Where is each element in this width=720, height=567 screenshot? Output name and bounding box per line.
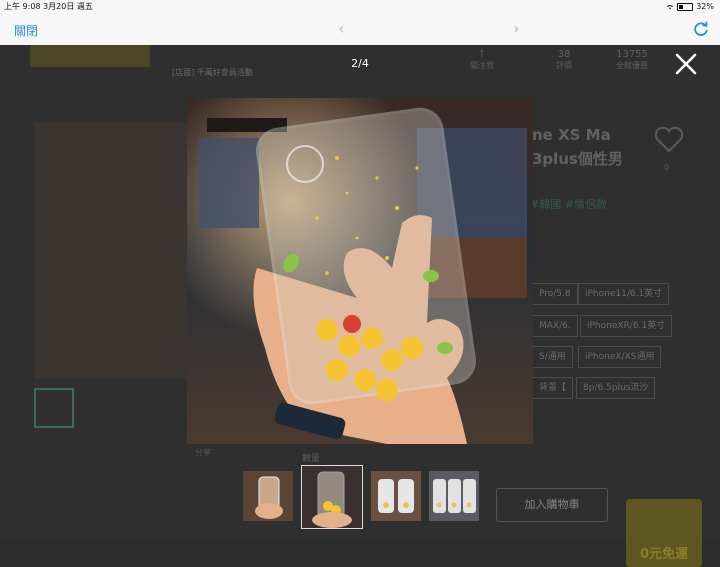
option-chip[interactable]: iPhoneX/XS通用 (578, 346, 662, 368)
battery-icon (677, 3, 694, 11)
option-chip[interactable]: MAX/6. (532, 315, 578, 337)
reload-icon[interactable] (692, 20, 710, 38)
quantity-label: 數量 (302, 454, 321, 464)
product-thumbnail[interactable] (34, 388, 74, 428)
thumbnail-3[interactable] (371, 471, 421, 521)
status-right: 32% (666, 0, 714, 14)
product-title: ne XS Ma 3plus個性男 (532, 126, 623, 168)
product-tags[interactable]: #韓國 #情侶款 (530, 196, 607, 212)
stat-promos: 13755 全館優惠 (616, 49, 648, 70)
thumbnail-2[interactable] (301, 465, 363, 529)
phone-case-photo (187, 98, 533, 444)
add-to-cart-button[interactable]: 加入購物車 (496, 488, 608, 522)
thumbnail-1[interactable] (243, 471, 293, 521)
thumbnail-4[interactable] (429, 471, 479, 521)
image-counter: 2/4 (351, 57, 369, 70)
back-chevron-icon[interactable]: ‹ (338, 19, 344, 38)
wifi-icon (667, 5, 674, 10)
lightbox-main-photo (187, 98, 533, 444)
close-button[interactable]: 關閉 (14, 22, 38, 39)
stat-reviews: 38 評價 (556, 49, 572, 70)
battery-level: 32% (696, 2, 714, 11)
shipping-ad[interactable]: 0元免運 (626, 499, 702, 567)
option-chip[interactable]: 8p/6.5plus流沙 (576, 377, 656, 399)
share-label: 分享 (195, 448, 211, 457)
browser-nav-bar: 關閉 ‹ › (0, 14, 720, 46)
forward-chevron-icon[interactable]: › (513, 19, 519, 38)
option-chip[interactable]: 背景【 (532, 377, 574, 399)
option-chip[interactable]: iPhone11/6.1英寸 (578, 283, 670, 305)
thumbnail-strip (243, 465, 479, 529)
store-banner (30, 45, 150, 67)
promo-text: [店面] 千萬好會員活動 (172, 68, 253, 77)
product-main-image (34, 123, 189, 379)
option-chip[interactable]: Pro/5.8 (532, 283, 578, 305)
stat-follow: ↑ 關注我 (470, 49, 494, 70)
status-bar: 上午 9:08 3月20日 週五 32% (0, 0, 720, 14)
status-time-date: 上午 9:08 3月20日 週五 (4, 2, 93, 11)
favorite-count: 0 (664, 163, 670, 172)
option-chip[interactable]: iPhoneXR/6.1英寸 (580, 315, 673, 337)
option-chip[interactable]: S/通用 (532, 346, 573, 368)
close-icon[interactable] (674, 52, 698, 76)
heart-icon[interactable] (653, 123, 685, 155)
